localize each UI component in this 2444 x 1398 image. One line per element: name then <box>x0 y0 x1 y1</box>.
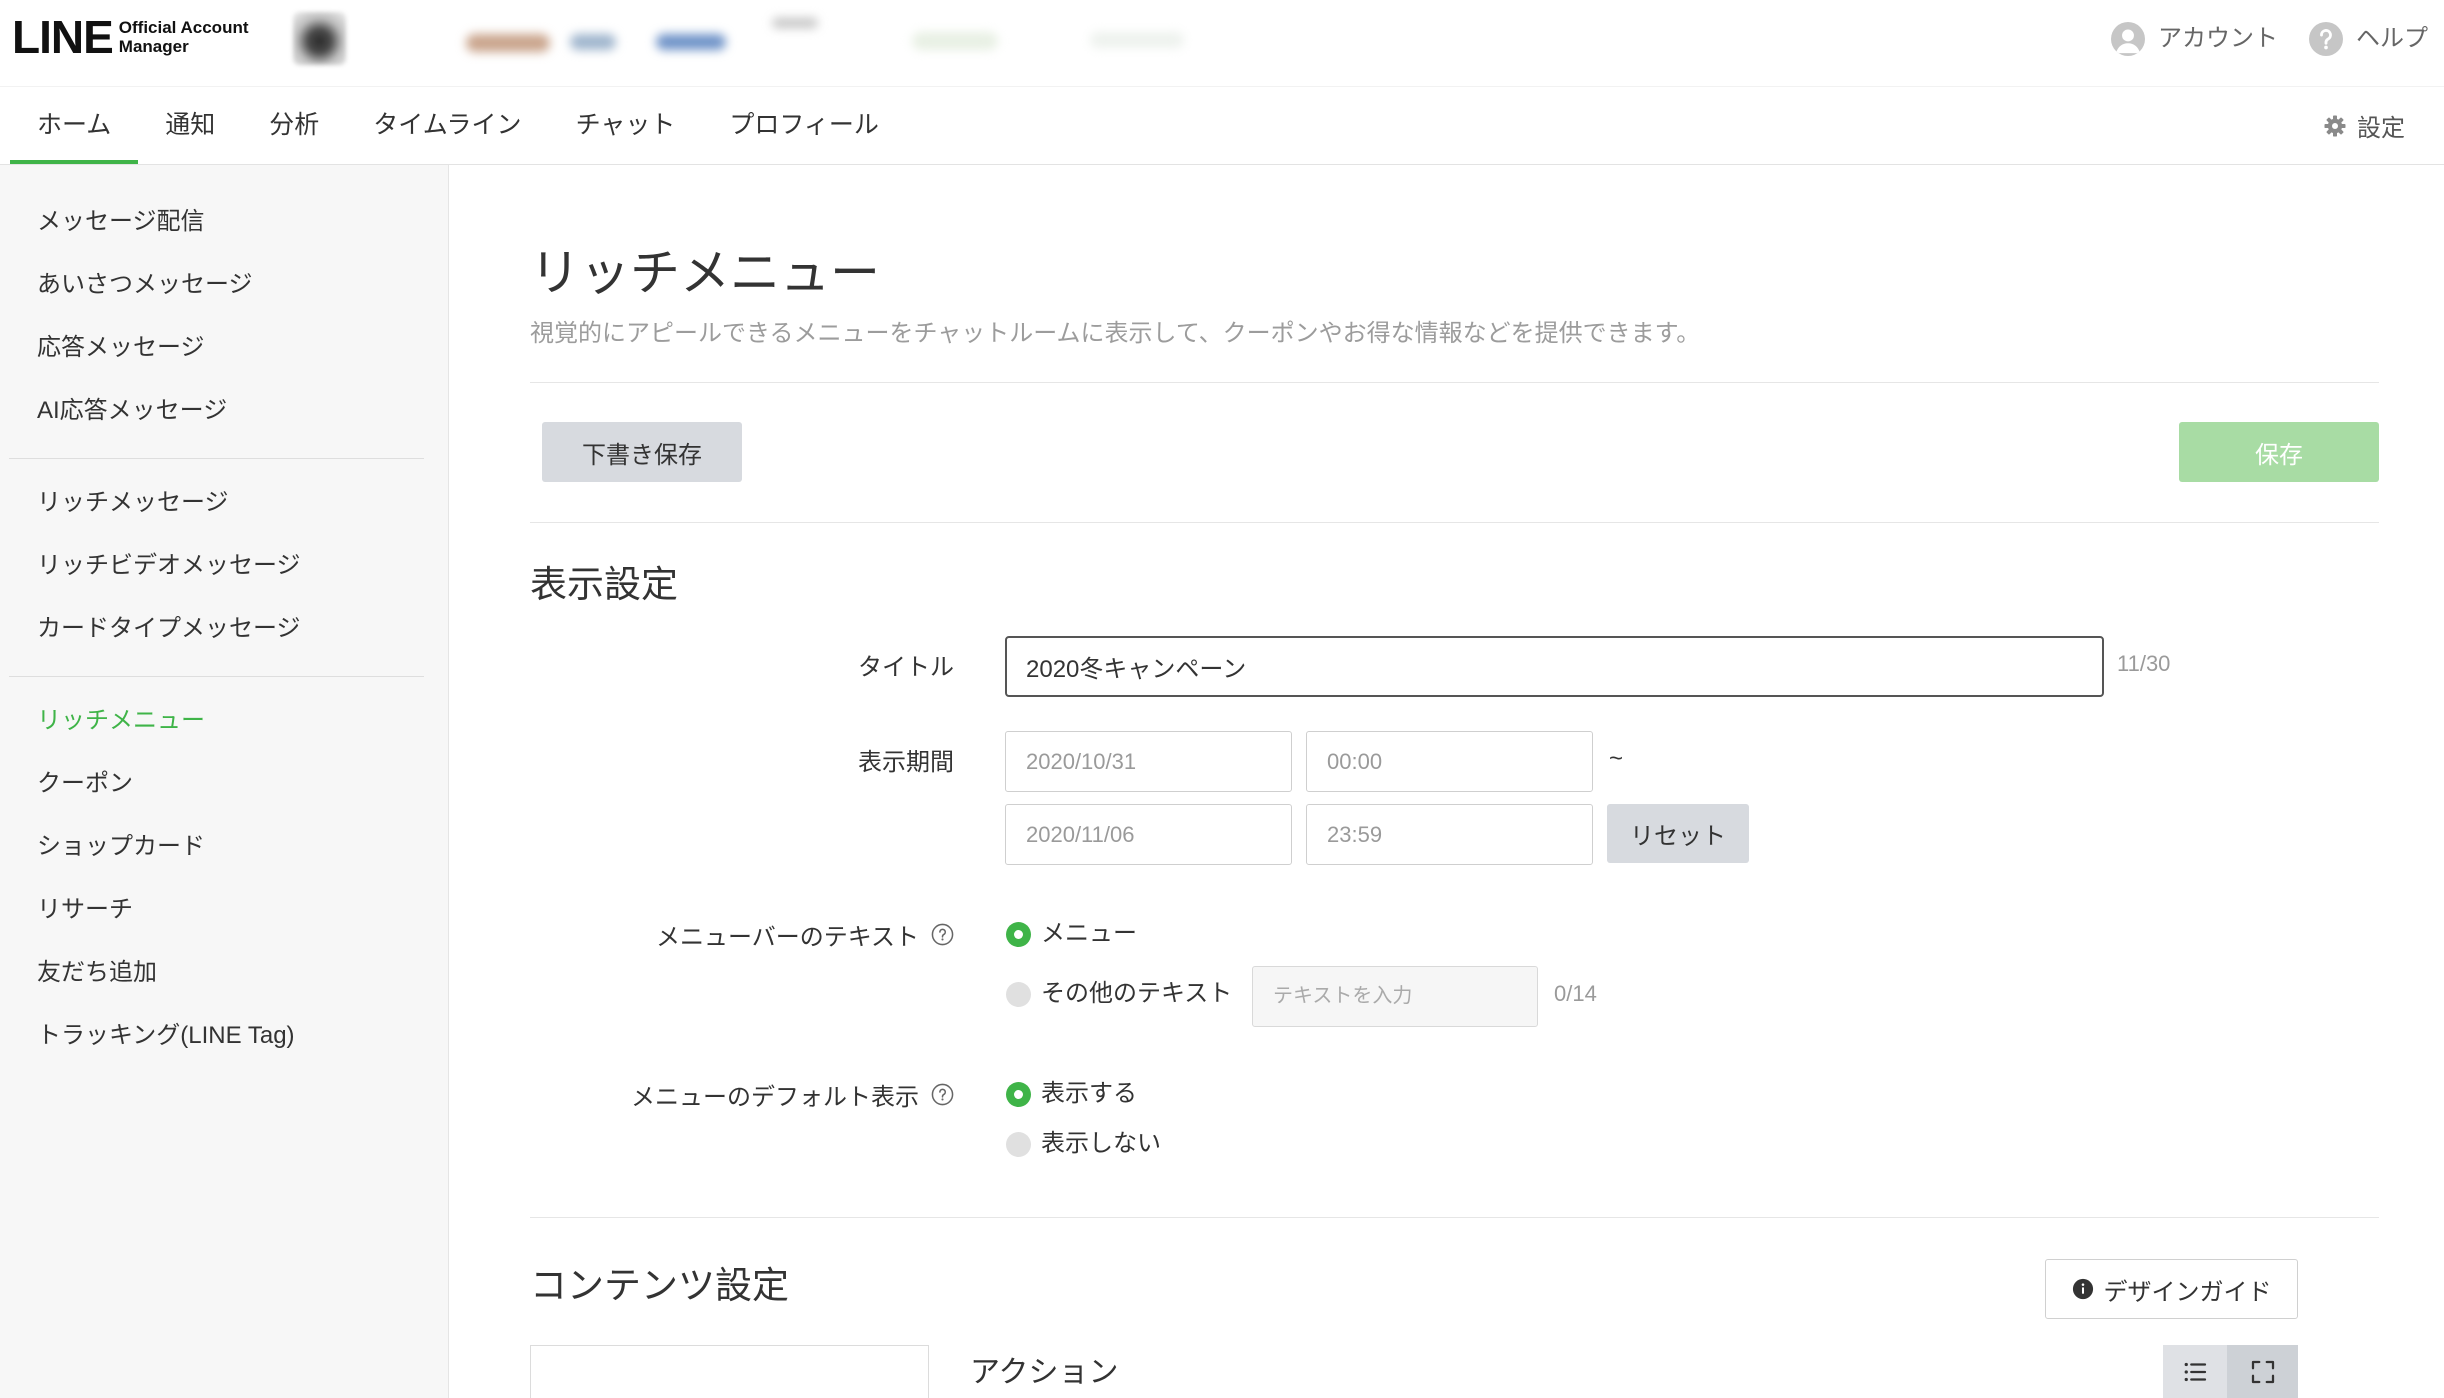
question-circle-icon[interactable] <box>931 1083 954 1106</box>
design-guide-label: デザインガイド <box>2103 1278 2272 1306</box>
other-text-char-counter: 0/14 <box>1554 981 1597 1006</box>
action-heading: アクション <box>970 1356 1119 1389</box>
start-date-input[interactable] <box>1005 731 1292 792</box>
account-selector[interactable] <box>460 14 1200 64</box>
sidebar-item-add-friends[interactable]: 友だち追加 <box>0 941 448 1004</box>
start-time-input[interactable] <box>1306 731 1593 792</box>
sidebar-divider <box>9 676 424 677</box>
page-description: 視覚的にアピールできるメニューをチャットルームに表示して、クーポンやお得な情報な… <box>530 320 1701 347</box>
sidebar-item-rich-video-message[interactable]: リッチビデオメッセージ <box>0 534 448 597</box>
blurred-account-info <box>912 32 998 50</box>
fullscreen-view-button[interactable] <box>2227 1345 2298 1398</box>
tab-profile[interactable]: プロフィール <box>702 87 906 164</box>
menubar-text-option-label[interactable]: メニュー <box>1041 914 1137 954</box>
tab-analytics[interactable]: 分析 <box>242 87 346 164</box>
line-oa-manager-logo[interactable]: LINE Official Account Manager <box>12 11 249 63</box>
logo-subtitle-line1: Official Account <box>118 18 249 37</box>
sidebar-item-coupon[interactable]: クーポン <box>0 752 448 815</box>
end-time-input[interactable] <box>1306 804 1593 865</box>
account-icon[interactable] <box>2111 22 2145 56</box>
help-icon[interactable] <box>2309 22 2343 56</box>
blurred-account-info <box>772 18 818 28</box>
period-field-label: 表示期間 <box>530 739 954 779</box>
list-icon <box>2184 1362 2207 1381</box>
page-title: リッチメニュー <box>530 245 880 301</box>
default-display-radio-show[interactable] <box>1006 1082 1031 1107</box>
display-settings-heading: 表示設定 <box>530 564 678 605</box>
account-menu-label[interactable]: アカウント <box>2158 20 2278 58</box>
account-avatar[interactable] <box>293 12 346 65</box>
sidebar-item-greeting-message[interactable]: あいさつメッセージ <box>0 253 448 316</box>
sidebar-group-rich-messages: リッチメッセージ リッチビデオメッセージ カードタイプメッセージ <box>0 471 448 660</box>
sidebar-item-auto-response[interactable]: 応答メッセージ <box>0 316 448 379</box>
divider <box>530 522 2379 523</box>
sidebar-divider <box>9 458 424 459</box>
top-bar: LINE Official Account Manager アカウント ヘルプ <box>0 0 2444 87</box>
fullscreen-icon <box>2251 1360 2274 1383</box>
sidebar-group-messages: メッセージ配信 あいさつメッセージ 応答メッセージ AI応答メッセージ <box>0 190 448 442</box>
info-icon <box>2072 1278 2093 1300</box>
sidebar-item-ai-response[interactable]: AI応答メッセージ <box>0 379 448 442</box>
logo-wordmark: LINE <box>12 11 114 63</box>
save-button[interactable]: 保存 <box>2179 422 2379 482</box>
design-guide-button[interactable]: デザインガイド <box>2045 1259 2298 1319</box>
sidebar-item-research[interactable]: リサーチ <box>0 878 448 941</box>
content-settings-heading: コンテンツ設定 <box>530 1265 789 1306</box>
menubar-text-radio-other[interactable] <box>1006 982 1031 1007</box>
tab-notifications[interactable]: 通知 <box>138 87 242 164</box>
blurred-account-info <box>1090 32 1184 48</box>
tab-chat[interactable]: チャット <box>549 87 703 164</box>
gear-icon <box>2324 115 2346 136</box>
sidebar-item-card-type-message[interactable]: カードタイプメッセージ <box>0 597 448 660</box>
default-display-option-label[interactable]: 表示しない <box>1041 1124 1161 1164</box>
blurred-account-info <box>656 34 726 50</box>
save-draft-button[interactable]: 下書き保存 <box>542 422 742 482</box>
tab-home[interactable]: ホーム <box>10 87 139 164</box>
list-view-button[interactable] <box>2163 1345 2227 1398</box>
settings-label: 設定 <box>2357 115 2405 142</box>
nav-tabs: ホーム 通知 分析 タイムライン チャット プロフィール <box>10 87 906 164</box>
divider <box>530 1217 2379 1218</box>
sidebar-item-tracking[interactable]: トラッキング(LINE Tag) <box>0 1004 448 1067</box>
sidebar: メッセージ配信 あいさつメッセージ 応答メッセージ AI応答メッセージ リッチメ… <box>0 165 449 1398</box>
period-separator: ~ <box>1609 745 1624 772</box>
title-label-text: タイトル <box>858 653 954 681</box>
default-display-label: メニューのデフォルト表示 <box>631 1083 919 1111</box>
title-char-counter: 11/30 <box>2117 651 2171 676</box>
menubar-text-radio-menu[interactable] <box>1006 922 1031 947</box>
blurred-account-info <box>466 34 550 52</box>
tab-timeline[interactable]: タイムライン <box>346 87 548 164</box>
default-display-radio-hide[interactable] <box>1006 1132 1031 1157</box>
default-display-field-label: メニューのデフォルト表示 <box>530 1074 954 1114</box>
logo-subtitle-line2: Manager <box>118 37 189 56</box>
other-text-input[interactable] <box>1252 966 1538 1027</box>
reset-period-button[interactable]: リセット <box>1607 804 1749 863</box>
main-nav: ホーム 通知 分析 タイムライン チャット プロフィール 設定 <box>0 87 2444 165</box>
sidebar-item-message-delivery[interactable]: メッセージ配信 <box>0 190 448 253</box>
sidebar-item-rich-menu[interactable]: リッチメニュー <box>0 689 448 752</box>
end-date-input[interactable] <box>1005 804 1292 865</box>
title-field-label: タイトル <box>530 644 954 684</box>
sidebar-group-tools: リッチメニュー クーポン ショップカード リサーチ 友だち追加 トラッキング(L… <box>0 689 448 1067</box>
sidebar-item-shop-card[interactable]: ショップカード <box>0 815 448 878</box>
blurred-account-info <box>570 34 616 50</box>
template-preview-box[interactable] <box>530 1345 929 1398</box>
logo-subtitle: Official Account Manager <box>119 18 249 56</box>
menubar-text-option-label[interactable]: その他のテキスト <box>1041 974 1232 1014</box>
top-right-menu: アカウント ヘルプ <box>2111 20 2428 58</box>
settings-link[interactable]: 設定 <box>2323 87 2405 164</box>
help-menu-label[interactable]: ヘルプ <box>2356 20 2428 58</box>
menubar-text-label: メニューバーのテキスト <box>655 923 919 951</box>
title-input[interactable] <box>1005 636 2104 697</box>
question-circle-icon[interactable] <box>931 923 954 946</box>
menubar-text-field-label: メニューバーのテキスト <box>530 914 954 954</box>
divider <box>530 382 2379 383</box>
app-root: LINE Official Account Manager アカウント ヘルプ … <box>0 0 2444 1398</box>
period-label-text: 表示期間 <box>858 748 954 776</box>
sidebar-item-rich-message[interactable]: リッチメッセージ <box>0 471 448 534</box>
default-display-option-label[interactable]: 表示する <box>1041 1074 1137 1114</box>
